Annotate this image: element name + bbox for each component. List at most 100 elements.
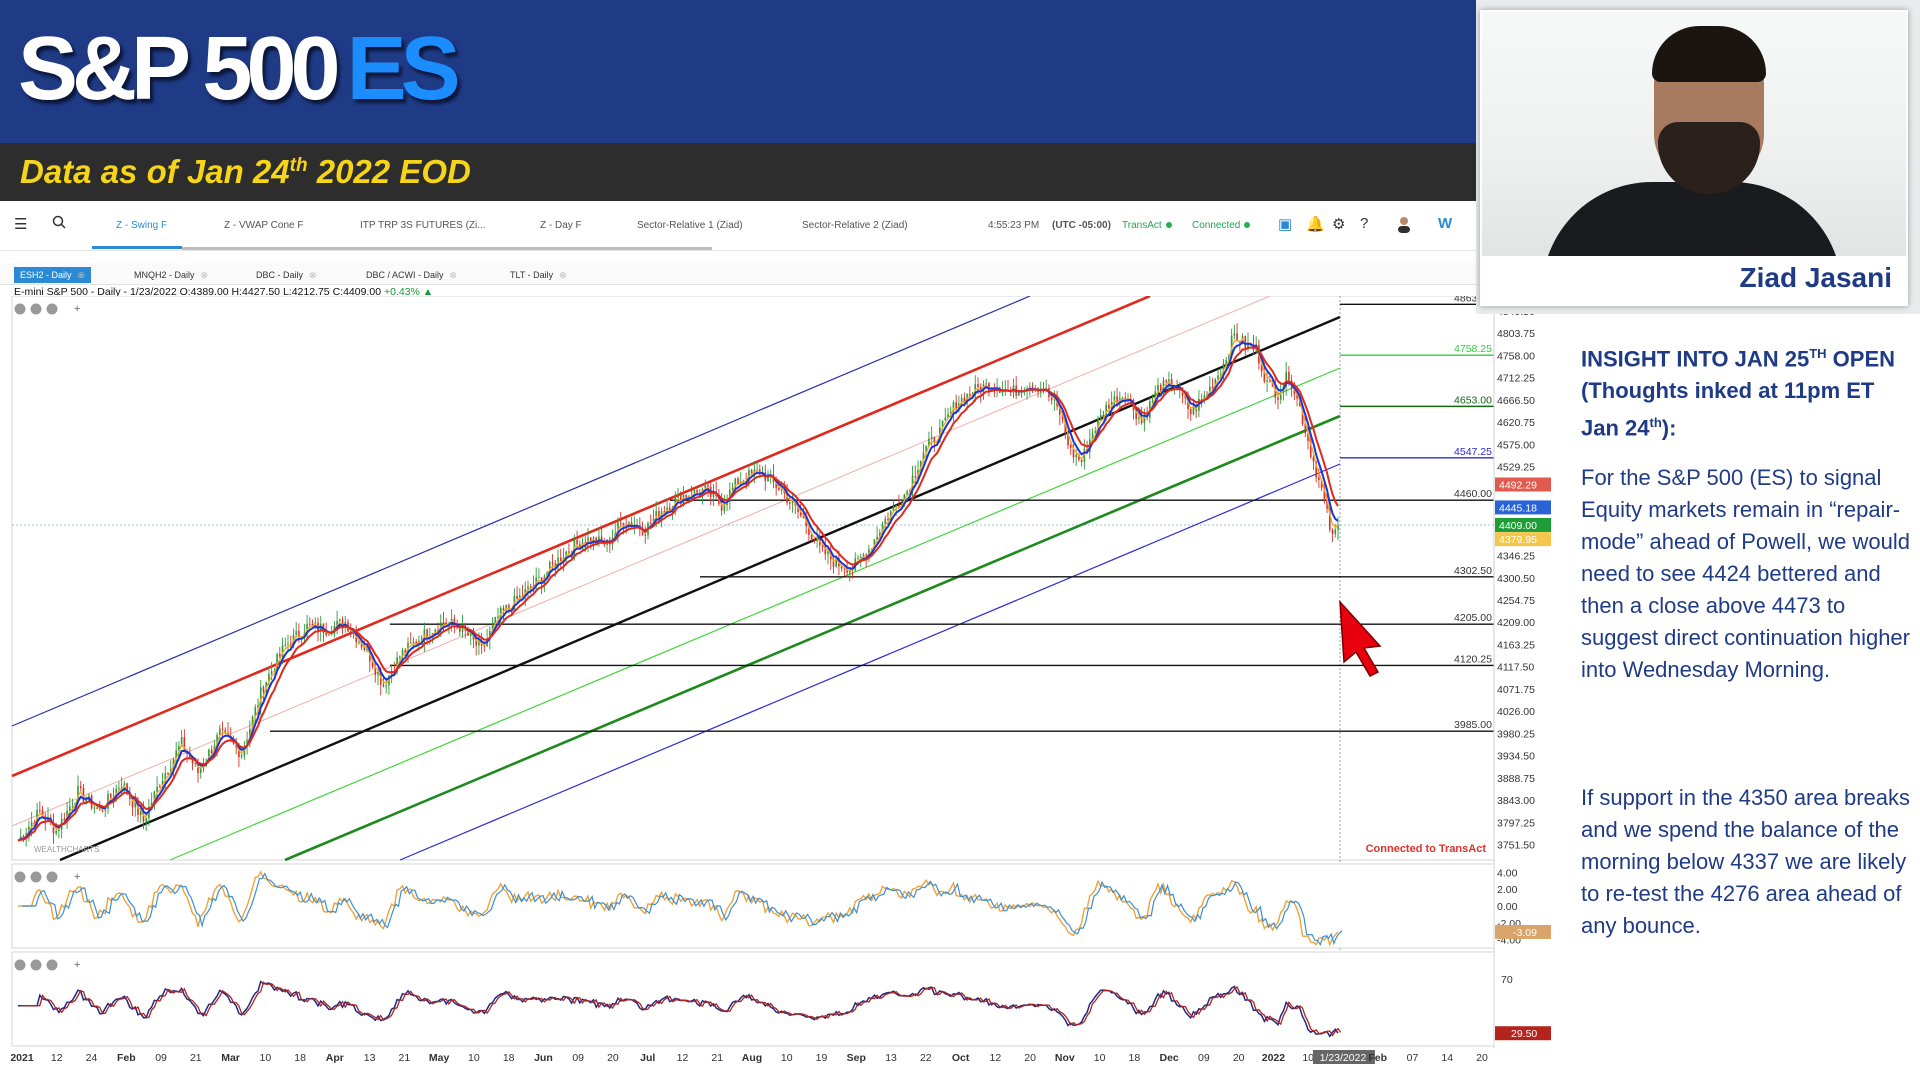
x-tick-label: 12	[677, 1052, 689, 1064]
x-tick-label: 14	[1441, 1052, 1453, 1064]
heading-sup-2: th	[1649, 415, 1662, 431]
candle-body	[1277, 397, 1279, 400]
x-tick-label: 12	[989, 1052, 1001, 1064]
candle-body	[295, 630, 297, 635]
tab-scrollbar[interactable]	[182, 247, 712, 250]
x-tick-label: 19	[816, 1052, 828, 1064]
candle-body	[1069, 445, 1072, 448]
price-tag-label: 4492.29	[1499, 480, 1537, 492]
candle-body	[363, 647, 366, 651]
candle-body	[551, 562, 554, 564]
candle-body	[527, 586, 529, 590]
x-tick-label: 10	[1302, 1052, 1314, 1064]
chart-tab-mnqh2[interactable]: MNQH2 - Daily ⊗	[128, 267, 214, 283]
x-tick-label: Sep	[847, 1052, 866, 1064]
candle-body	[1233, 333, 1236, 336]
candle-body	[508, 605, 510, 608]
candle-body	[1236, 333, 1238, 341]
candle-body	[118, 788, 120, 790]
candle-body	[199, 768, 202, 774]
chart-tab-tlt[interactable]: TLT - Daily ⊗	[504, 267, 573, 283]
workspace-tab-day[interactable]: Z - Day F	[540, 220, 582, 231]
heading-part-3: ):	[1661, 415, 1677, 441]
x-tick-label: 1/23/2022	[1320, 1052, 1367, 1064]
y-tick-label: 4163.25	[1497, 639, 1535, 651]
chart-tab-dbc[interactable]: DBC - Daily ⊗	[250, 267, 323, 283]
candle-body	[145, 818, 147, 822]
chart-tab-strip: ESH2 - Daily ⊗ MNQH2 - Daily ⊗ DBC - Daily…	[0, 263, 1565, 285]
workspace-tab-swing[interactable]: Z - Swing F	[116, 220, 167, 231]
y-tick-label: 4026.00	[1497, 706, 1535, 718]
title-banner: S&P 500 ES	[0, 0, 1476, 143]
candle-body	[723, 504, 726, 511]
x-tick-label: Feb	[1368, 1052, 1387, 1064]
candle-body	[349, 631, 352, 633]
candle-body	[644, 534, 647, 536]
title-main: S&P 500	[18, 19, 341, 119]
presenter-hair	[1652, 26, 1766, 82]
level-label: 4205.00	[1454, 612, 1492, 624]
close-icon[interactable]: ⊗	[309, 270, 317, 280]
price-tag-label: 4379.95	[1499, 534, 1537, 546]
candle-body	[810, 535, 813, 540]
workspace-tab-vwap[interactable]: Z - VWAP Cone F	[224, 220, 303, 231]
chart-tab-label: ESH2 - Daily	[20, 270, 72, 280]
search-icon[interactable]	[52, 215, 66, 233]
candle-body	[210, 749, 213, 754]
save-icon[interactable]: ▣	[1278, 215, 1292, 233]
price-tag-label: 4409.00	[1499, 520, 1537, 532]
x-tick-label: Jun	[534, 1052, 553, 1064]
candle-body	[156, 786, 158, 792]
close-icon[interactable]: ⊗	[559, 270, 567, 280]
close-icon[interactable]: ⊗	[450, 270, 458, 280]
x-tick-label: 10	[468, 1052, 480, 1064]
candle-body	[399, 656, 401, 658]
candle-body	[79, 785, 82, 788]
x-tick-label: Nov	[1055, 1052, 1075, 1064]
candle-body	[778, 487, 780, 491]
candle-body	[1157, 384, 1159, 392]
candle-body	[750, 470, 753, 474]
gear-icon[interactable]: ⚙	[1332, 215, 1345, 233]
connection-label: Connected	[1192, 220, 1241, 231]
x-tick-label: Aug	[742, 1052, 762, 1064]
chart-tab-label: MNQH2 - Daily	[134, 270, 195, 280]
candle-body	[930, 436, 933, 439]
candle-body	[109, 793, 112, 798]
bell-icon[interactable]: 🔔	[1306, 215, 1325, 233]
workspace-tab-sector-2[interactable]: Sector-Relative 2 (Ziad)	[802, 220, 908, 231]
data-date-label: Data as of Jan 24th 2022 EOD	[20, 153, 471, 191]
x-tick-label: 09	[155, 1052, 167, 1064]
broker-status-dot	[1165, 222, 1172, 229]
candle-body	[96, 807, 98, 809]
workspace-tab-itp[interactable]: ITP TRP 3S FUTURES (Zi...	[360, 220, 486, 231]
avatar[interactable]	[1396, 215, 1412, 237]
y-tick-label: 4209.00	[1497, 617, 1535, 629]
close-icon[interactable]: ⊗	[201, 270, 209, 280]
candle-body	[780, 489, 783, 491]
candle-body	[262, 687, 265, 692]
candle-body	[159, 786, 161, 788]
active-tab-underline	[92, 246, 182, 249]
platform-toolbar: ☰ Z - Swing F Z - VWAP Cone F ITP TRP 3S…	[0, 201, 1565, 251]
x-tick-label: 10	[259, 1052, 271, 1064]
x-tick-label: 2021	[10, 1052, 34, 1064]
price-chart[interactable]: 4863.004758.254653.004547.254460.004302.…	[0, 296, 1565, 1080]
hamburger-menu-icon[interactable]: ☰	[14, 215, 27, 233]
candle-body	[677, 494, 679, 498]
help-icon[interactable]: ?	[1360, 215, 1368, 232]
candle-body	[1108, 404, 1110, 409]
candle-body	[1318, 477, 1320, 480]
candle-body	[1099, 414, 1102, 419]
close-icon[interactable]: ⊗	[78, 270, 86, 280]
candle-body	[1266, 380, 1268, 382]
x-tick-label: 20	[1476, 1052, 1488, 1064]
x-tick-label: 18	[294, 1052, 306, 1064]
chart-tab-dbc-acwi[interactable]: DBC / ACWI - Daily ⊗	[360, 267, 463, 283]
candle-body	[895, 505, 897, 507]
commentary-panel: INSIGHT INTO JAN 25TH OPEN (Thoughts ink…	[1565, 314, 1920, 1080]
chart-tab-esh2[interactable]: ESH2 - Daily ⊗	[14, 267, 92, 283]
x-tick-label: 21	[711, 1052, 723, 1064]
workspace-tab-sector-1[interactable]: Sector-Relative 1 (Ziad)	[637, 220, 743, 231]
y-tick-label: 4758.00	[1497, 350, 1535, 362]
